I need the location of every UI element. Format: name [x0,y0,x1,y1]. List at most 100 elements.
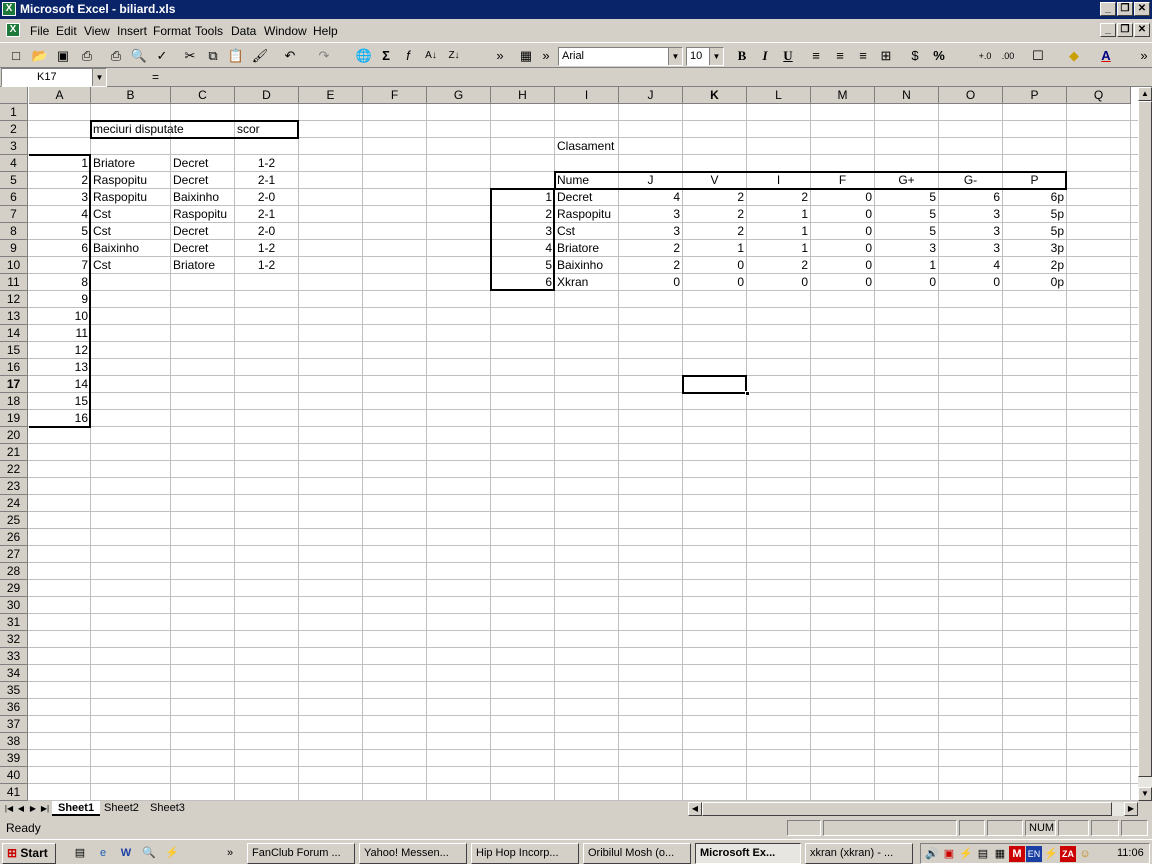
row-header-26[interactable]: 26 [0,529,28,546]
row-header-5[interactable]: 5 [0,172,28,189]
row-header-33[interactable]: 33 [0,648,28,665]
merge-center-icon[interactable]: ⊞ [876,46,896,66]
match-number[interactable]: 13 [29,359,90,376]
row-header-20[interactable]: 20 [0,427,28,444]
increase-decimal-icon[interactable]: +.0 [975,46,995,66]
column-header-c[interactable]: C [171,87,235,104]
standings-value[interactable]: 0 [811,223,874,240]
column-header-m[interactable]: M [811,87,875,104]
print-icon[interactable]: ⎙ [77,46,97,66]
row-header-25[interactable]: 25 [0,512,28,529]
column-header-i[interactable]: I [555,87,619,104]
scroll-left-icon[interactable]: ◀ [688,802,702,816]
standings-value[interactable]: 2 [747,189,810,206]
new-icon[interactable]: □ [6,46,26,66]
tray-app-icon[interactable]: ▣ [941,846,957,862]
standings-value[interactable]: 1 [747,240,810,257]
match-player-2[interactable]: Raspopitu [171,206,234,223]
tray-app-icon[interactable]: ▦ [992,846,1008,862]
standings-value[interactable]: 4 [939,257,1002,274]
sort-ascending-icon[interactable]: A↓ [421,46,441,66]
standings-value[interactable]: 2 [619,240,682,257]
row-header-13[interactable]: 13 [0,308,28,325]
menu-edit[interactable]: Edit [56,24,77,38]
standings-value[interactable]: 3 [939,206,1002,223]
column-header-p[interactable]: P [1003,87,1067,104]
align-right-icon[interactable]: ≡ [853,46,873,66]
font-size-combo[interactable]: 10 ▼ [686,47,724,66]
standings-value[interactable]: 5 [875,223,938,240]
cut-icon[interactable]: ✂ [180,46,200,66]
row-header-28[interactable]: 28 [0,563,28,580]
standings-value[interactable]: 0 [811,240,874,257]
vertical-scroll-thumb[interactable] [1138,101,1152,777]
standings-value[interactable]: 2 [619,257,682,274]
match-score[interactable]: 1-2 [235,240,298,257]
standings-title[interactable]: Clasament [555,138,682,155]
match-score[interactable]: 2-0 [235,189,298,206]
task-xkran[interactable]: xkran (xkran) - ... [805,843,913,864]
column-header-l[interactable]: L [747,87,811,104]
column-header-d[interactable]: D [235,87,299,104]
chart-icon[interactable]: ▦ [516,46,536,66]
start-button[interactable]: ⊞ Start [2,843,56,864]
standings-value[interactable]: 0 [811,206,874,223]
prev-sheet-icon[interactable]: ◀ [16,803,26,815]
standings-team-name[interactable]: Briatore [555,240,618,257]
row-header-15[interactable]: 15 [0,342,28,359]
sort-descending-icon[interactable]: Z↓ [444,46,464,66]
more-buttons-icon[interactable]: » [490,46,510,66]
column-header-n[interactable]: N [875,87,939,104]
redo-icon[interactable]: ↷ [314,46,334,66]
match-number[interactable]: 10 [29,308,90,325]
formula-equals[interactable]: = [152,70,159,84]
format-painter-icon[interactable]: 🖌 [250,46,270,66]
row-header-30[interactable]: 30 [0,597,28,614]
next-sheet-icon[interactable]: ▶ [28,803,38,815]
restore-button[interactable]: ❐ [1117,2,1133,16]
standings-team-name[interactable]: Cst [555,223,618,240]
column-header-h[interactable]: H [491,87,555,104]
match-number[interactable]: 9 [29,291,90,308]
row-header-29[interactable]: 29 [0,580,28,597]
tab-sheet1[interactable]: Sheet1 [52,801,101,816]
standings-value[interactable]: 0 [683,274,746,291]
row-header-6[interactable]: 6 [0,189,28,206]
copy-icon[interactable]: ⧉ [203,46,223,66]
minimize-button[interactable]: _ [1100,2,1116,16]
standings-value[interactable]: 0 [811,257,874,274]
network-icon[interactable]: ▤ [975,846,991,862]
match-number[interactable]: 7 [29,257,90,274]
standings-value[interactable]: 5p [1003,206,1066,223]
row-header-14[interactable]: 14 [0,325,28,342]
standings-value[interactable]: 1 [747,206,810,223]
column-header-b[interactable]: B [91,87,171,104]
tray-app-icon[interactable]: ⚡ [958,846,974,862]
menu-file[interactable]: File [30,24,49,38]
save-icon[interactable]: ▣ [53,46,73,66]
match-number[interactable]: 6 [29,240,90,257]
underline-button[interactable]: U [778,46,798,66]
vertical-scrollbar[interactable]: ▲ ▼ [1138,87,1152,801]
column-header-q[interactable]: Q [1067,87,1131,104]
standings-value[interactable]: 1 [875,257,938,274]
doc-minimize-button[interactable]: _ [1100,23,1116,37]
column-header-o[interactable]: O [939,87,1003,104]
row-header-9[interactable]: 9 [0,240,28,257]
tab-sheet2[interactable]: Sheet2 [98,801,145,816]
match-number[interactable]: 1 [29,155,90,172]
menu-help[interactable]: Help [313,24,338,38]
borders-icon[interactable]: ☐ [1028,46,1048,66]
tray-m-icon[interactable]: M [1009,846,1025,862]
decrease-decimal-icon[interactable]: .00 [998,46,1018,66]
task-fanclub-forum[interactable]: FanClub Forum ... [247,843,355,864]
font-color-icon[interactable]: A [1096,46,1116,66]
standings-value[interactable]: 2 [683,223,746,240]
match-player-1[interactable]: Cst [91,223,170,240]
row-header-37[interactable]: 37 [0,716,28,733]
align-center-icon[interactable]: ≡ [830,46,850,66]
standings-team-name[interactable]: Xkran [555,274,618,291]
row-header-27[interactable]: 27 [0,546,28,563]
row-header-31[interactable]: 31 [0,614,28,631]
chevron-down-icon[interactable]: ▼ [668,48,682,65]
